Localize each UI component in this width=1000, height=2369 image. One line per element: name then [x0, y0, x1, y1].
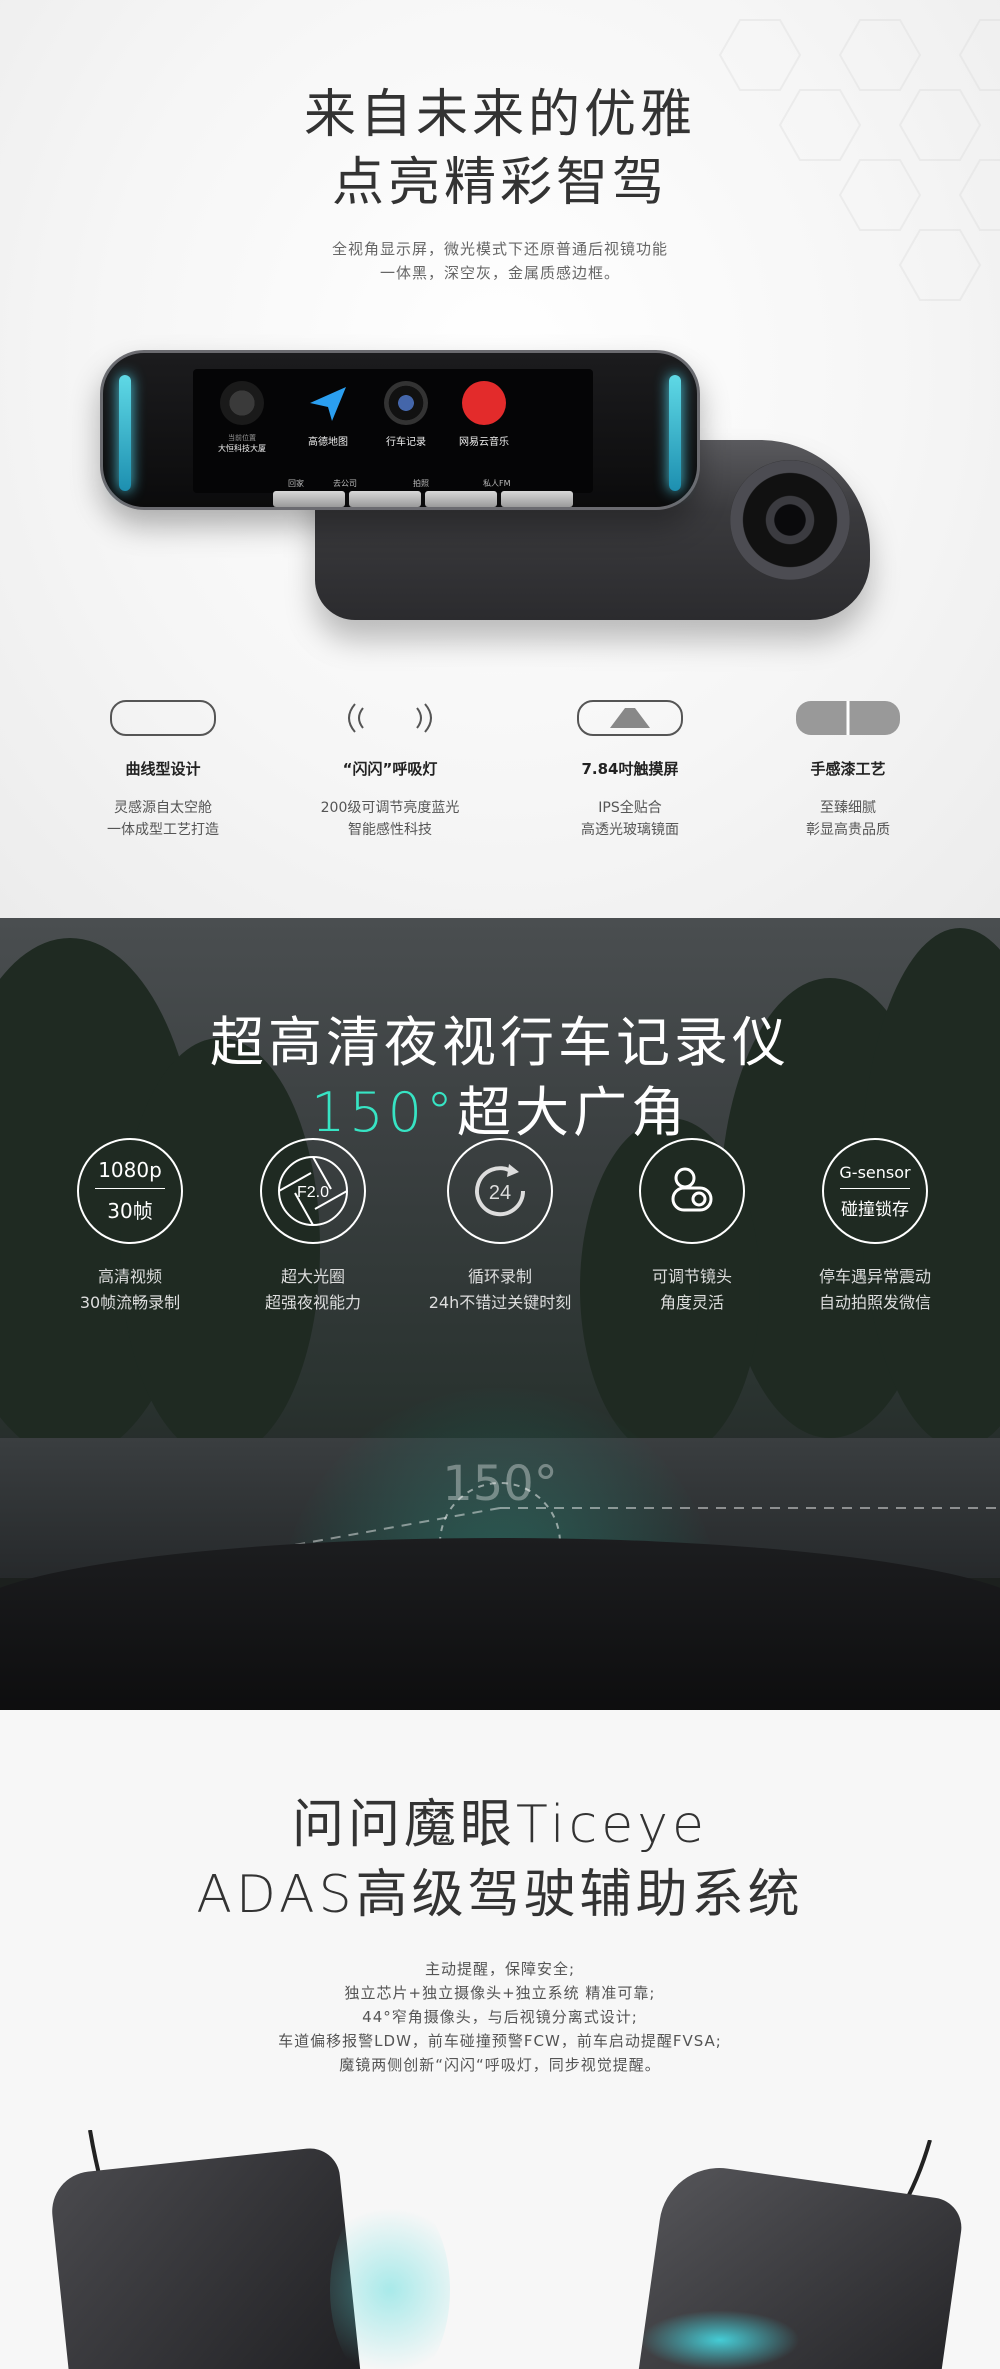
spec-line1: 停车遇异常震动	[818, 1267, 931, 1286]
hero-desc-line1: 全视角显示屏，微光模式下还原普通后视镜功能	[331, 240, 668, 258]
night-title-line2: 150°超大广角	[0, 1068, 1000, 1147]
loop-24h-icon: 24	[447, 1138, 553, 1244]
aperture-value: F2.0	[297, 1184, 329, 1201]
spec-g-sensor: G-sensor 碰撞锁存 停车遇异常震动 自动拍照发微信	[780, 1138, 970, 1316]
music-icon	[462, 381, 506, 425]
spec-loop-recording: 24 循环录制 24h不错过关键时刻	[405, 1138, 595, 1316]
feature-curved-design: 曲线型设计 灵感源自太空舱 一体成型工艺打造	[53, 692, 273, 841]
spec-line1: 高清视频	[97, 1267, 162, 1286]
spec-line1: 超大光圈	[280, 1267, 345, 1286]
camera-lens-icon	[730, 460, 850, 580]
adas-desc-line: 独立芯片+独立摄像头+独立系统 精准可靠;	[344, 1984, 656, 2002]
navigation-arrow-icon	[306, 381, 350, 425]
dock-photo: 拍照	[413, 479, 429, 488]
feature-line2: 高透光玻璃镜面	[581, 822, 679, 838]
feature-title: 曲线型设计	[125, 760, 201, 778]
mirror-screen: 当前位置 大恒科技大厦 高德地图 行车记录 网易云音乐 回家 去公司 拍照 私人…	[193, 369, 593, 493]
spec-line2: 自动拍照发微信	[818, 1293, 931, 1312]
adas-camera-rear-view	[48, 2145, 362, 2369]
adas-title-line1: 问问魔眼Ticeye	[292, 1795, 708, 1855]
compass-widget: 当前位置 大恒科技大厦	[207, 381, 277, 454]
app-map: 高德地图	[293, 381, 363, 448]
dock-office: 去公司	[333, 479, 357, 488]
spec-aperture: F2.0 超大光圈 超强夜视能力	[218, 1138, 408, 1316]
spec-resolution: 1080p 30帧 高清视频 30帧流畅录制	[35, 1138, 225, 1316]
app-map-label: 高德地图	[308, 437, 348, 448]
dock-fm: 私人FM	[483, 479, 511, 488]
spec-line1: 循环录制	[467, 1267, 532, 1286]
compass-icon	[220, 381, 264, 425]
feature-title: “闪闪”呼吸灯	[342, 760, 438, 778]
breathing-light-right	[669, 375, 681, 491]
aperture-icon: F2.0	[260, 1138, 366, 1244]
app-music: 网易云音乐	[449, 381, 519, 448]
spec-line2: 30帧流畅录制	[79, 1293, 181, 1312]
spec-line1: 可调节镜头	[651, 1267, 732, 1286]
widget-bottom-label: 大恒科技大厦	[218, 444, 266, 453]
app-recorder: 行车记录	[371, 381, 441, 448]
adas-desc-line: 车道偏移报警LDW，前车碰撞预警FCW，前车启动提醒FVSA;	[278, 2032, 722, 2050]
adas-title-line2: ADAS高级驾驶辅助系统	[196, 1865, 804, 1925]
feature-breathing-light: “闪闪”呼吸灯 200级可调节亮度蓝光 智能感性科技	[280, 692, 500, 841]
feature-line1: IPS全贴合	[598, 800, 662, 816]
mirror-button	[501, 491, 573, 507]
camera-led-glow	[640, 2310, 800, 2369]
ring-separator	[840, 1187, 910, 1189]
feature-line2: 一体成型工艺打造	[107, 822, 219, 838]
adas-desc-line: 44°窄角摄像头，与后视镜分离式设计;	[362, 2008, 638, 2026]
app-recorder-label: 行车记录	[386, 437, 426, 448]
adjustable-camera-icon	[639, 1138, 745, 1244]
signal-wave-glow	[330, 2190, 450, 2369]
night-vision-section: 超高清夜视行车记录仪 150°超大广角 1080p 30帧 高清视频 30帧流畅…	[0, 918, 1000, 1710]
mirror-button	[273, 491, 345, 507]
feature-line1: 至臻细腻	[820, 800, 876, 816]
feature-line2: 彰显高贵品质	[806, 822, 890, 838]
mirror-button	[349, 491, 421, 507]
feature-line2: 智能感性科技	[348, 822, 432, 838]
night-title-accent: 150°	[310, 1081, 458, 1144]
spec-line2: 24h不错过关键时刻	[428, 1293, 572, 1312]
hero-title-line1: 来自未来的优雅	[303, 85, 696, 145]
adas-section: 问问魔眼Ticeye ADAS高级驾驶辅助系统 主动提醒，保障安全; 独立芯片+…	[0, 1710, 1000, 2369]
spec-ring: 1080p 30帧	[77, 1138, 183, 1244]
touch-screen-icon	[520, 692, 740, 744]
car-dashboard	[0, 1538, 1000, 1710]
night-title-rest: 超大广角	[457, 1081, 690, 1144]
ring-text-top: 1080p	[98, 1158, 162, 1182]
hero-desc-line2: 一体黑，深空灰，金属质感边框。	[379, 264, 620, 282]
hero-title-line2: 点亮精彩智驾	[331, 153, 668, 213]
paint-finish-icon	[738, 692, 958, 744]
feature-touch-screen: 7.84吋触摸屏 IPS全贴合 高透光玻璃镜面	[520, 692, 740, 841]
spec-adjustable-lens: 可调节镜头 角度灵活	[597, 1138, 787, 1316]
feature-line1: 灵感源自太空舱	[114, 800, 212, 816]
app-music-label: 网易云音乐	[459, 437, 509, 448]
fov-angle-label: 150°	[442, 1456, 558, 1512]
mirror-button-bar	[273, 491, 573, 507]
spec-line2: 超强夜视能力	[264, 1293, 361, 1312]
spec-ring: G-sensor 碰撞锁存	[822, 1138, 928, 1244]
feature-title: 7.84吋触摸屏	[581, 760, 679, 778]
spec-line2: 角度灵活	[659, 1293, 724, 1312]
adas-desc-line: 魔镜两侧创新“闪闪“呼吸灯，同步视觉提醒。	[339, 2056, 661, 2074]
ring-text-bottom: 30帧	[107, 1199, 153, 1223]
feature-paint-finish: 手感漆工艺 至臻细腻 彰显高贵品质	[738, 692, 958, 841]
feature-title: 手感漆工艺	[810, 760, 886, 778]
curved-frame-icon	[53, 692, 273, 744]
ring-text-top: G-sensor	[839, 1162, 911, 1182]
mirror-product-image: 当前位置 大恒科技大厦 高德地图 行车记录 网易云音乐 回家 去公司 拍照 私人…	[100, 350, 880, 630]
ring-text-bottom: 碰撞锁存	[841, 1199, 909, 1220]
breathing-light-icon	[280, 692, 500, 744]
recorder-lens-icon	[384, 381, 428, 425]
loop-hours: 24	[489, 1182, 511, 1204]
mirror-button	[425, 491, 497, 507]
feature-line1: 200级可调节亮度蓝光	[320, 800, 460, 816]
adas-desc-line: 主动提醒，保障安全;	[424, 1960, 576, 1978]
breathing-light-left	[119, 375, 131, 491]
hero-section: 来自未来的优雅 点亮精彩智驾 全视角显示屏，微光模式下还原普通后视镜功能 一体黑…	[0, 0, 1000, 918]
widget-top-label: 当前位置	[228, 434, 256, 442]
night-title-line1: 超高清夜视行车记录仪	[210, 1011, 790, 1074]
dock-home: 回家	[288, 479, 304, 488]
rearview-mirror: 当前位置 大恒科技大厦 高德地图 行车记录 网易云音乐 回家 去公司 拍照 私人…	[100, 350, 700, 510]
ring-separator	[95, 1188, 165, 1189]
